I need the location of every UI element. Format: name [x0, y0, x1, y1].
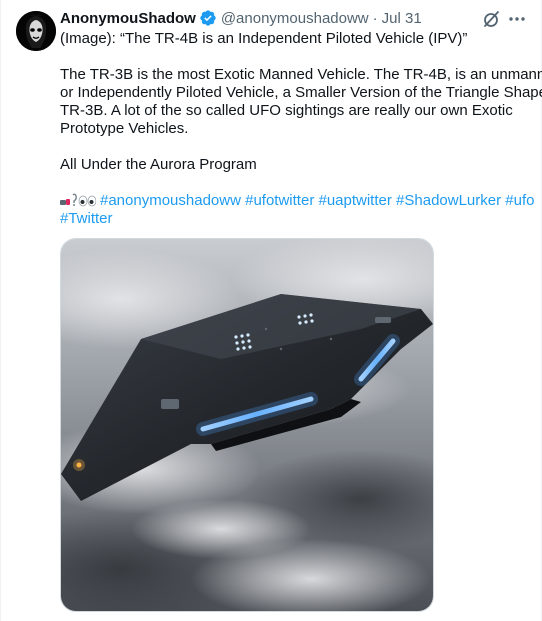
hashtag-twitter[interactable]: #Twitter	[60, 210, 113, 227]
tweet-header: AnonymouShadow @anonymoushadoww · Jul 31	[60, 8, 422, 28]
more-options-icon[interactable]	[507, 9, 527, 29]
tweet-paragraph-2-line-2: or Independently Piloted Vehicle, a Smal…	[60, 84, 542, 101]
aircraft-over-clouds-image	[61, 239, 433, 611]
tweet-paragraph-2-line-3: TR-3B. A lot of the so called UFO sighti…	[60, 102, 513, 119]
author-handle[interactable]: @anonymoushadoww	[221, 10, 369, 27]
grok-icon[interactable]	[482, 9, 502, 29]
author-name[interactable]: AnonymouShadow	[60, 10, 196, 27]
hashtag-shadowlurker[interactable]: #ShadowLurker	[396, 192, 501, 209]
hashtag-line-2: #Twitter	[60, 210, 530, 228]
tweet-date[interactable]: Jul 31	[382, 10, 422, 27]
hashtag-ufotwitter[interactable]: #ufotwitter	[245, 192, 314, 209]
hashtag-uaptwitter[interactable]: #uaptwitter	[318, 192, 391, 209]
tweet-paragraph-2-line-1: The TR-3B is the most Exotic Manned Vehi…	[60, 66, 542, 83]
scope-eyes-emoji-icon	[60, 192, 97, 208]
hashtag-ufo[interactable]: #ufo	[505, 192, 534, 209]
tweet-image[interactable]	[60, 238, 434, 612]
verified-badge-icon	[199, 9, 217, 27]
tweet-paragraph-2-line-4: Prototype Vehicles.	[60, 120, 189, 137]
avatar[interactable]	[16, 11, 56, 51]
separator-dot: ·	[372, 9, 378, 27]
tweet-paragraph-3: All Under the Aurora Program	[60, 156, 257, 173]
tweet-line-1: (Image): “The TR-4B is an Independent Pi…	[60, 30, 468, 47]
hashtag-line: #anonymoushadoww #ufotwitter #uaptwitter…	[60, 192, 534, 210]
hashtag-anonymoushadoww[interactable]: #anonymoushadoww	[100, 192, 241, 209]
tweet-card: AnonymouShadow @anonymoushadoww · Jul 31…	[0, 0, 542, 621]
hooded-figure-icon	[16, 11, 56, 51]
tweet-text: (Image): “The TR-4B is an Independent Pi…	[60, 30, 542, 228]
